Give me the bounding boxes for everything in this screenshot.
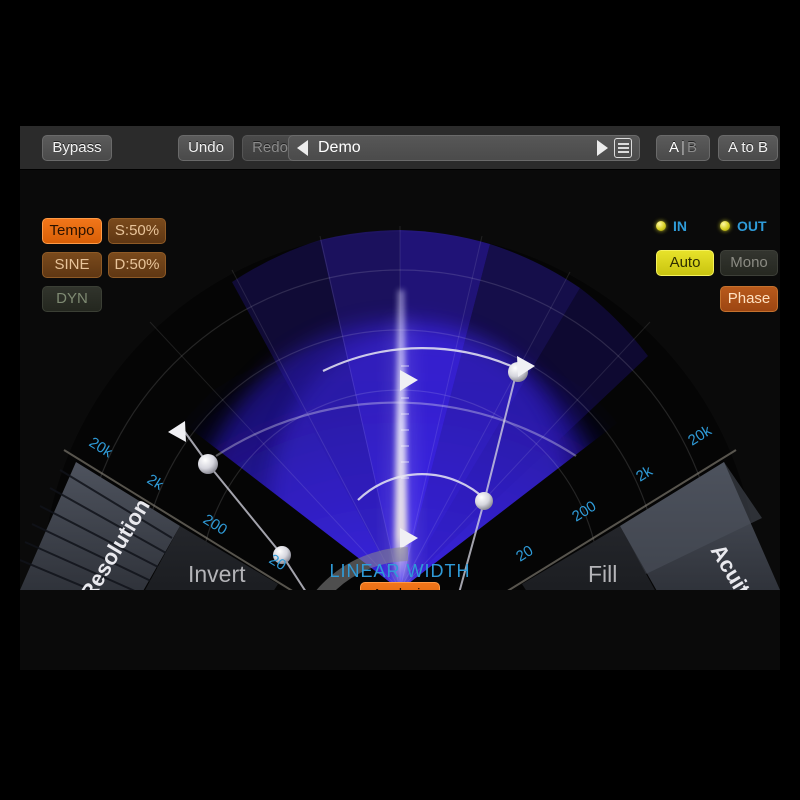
dyn-button[interactable]: DYN xyxy=(42,286,102,312)
copy-a-to-b-button[interactable]: A to B xyxy=(718,135,778,161)
led-indicator-icon xyxy=(720,221,730,231)
input-led-group: IN xyxy=(656,218,687,234)
triangle-right-icon[interactable] xyxy=(597,140,608,156)
output-led-group: OUT xyxy=(720,218,767,234)
width-mode-label: LINEAR WIDTH xyxy=(329,561,470,581)
mono-button[interactable]: Mono xyxy=(720,250,778,276)
plugin-window: Bypass Undo Redo Demo A|B A to B xyxy=(20,126,780,670)
ab-compare-button[interactable]: A|B xyxy=(656,135,710,161)
invert-button-label: Invert xyxy=(188,561,246,587)
undo-button[interactable]: Undo xyxy=(178,135,234,161)
depth-value-button[interactable]: D:50% xyxy=(108,252,166,278)
tempo-button[interactable]: Tempo xyxy=(42,218,102,244)
input-led-label: IN xyxy=(673,218,687,234)
plugin-toolbar: Bypass Undo Redo Demo A|B A to B xyxy=(20,126,780,170)
shape-value-button[interactable]: S:50% xyxy=(108,218,166,244)
auto-button[interactable]: Auto xyxy=(656,250,714,276)
triangle-left-icon[interactable] xyxy=(297,140,308,156)
ab-state-b-label: B xyxy=(687,139,697,156)
ab-separator: | xyxy=(679,139,687,156)
phase-button[interactable]: Phase xyxy=(720,286,778,312)
analysis-button[interactable]: Analysis xyxy=(360,582,440,590)
bypass-button[interactable]: Bypass xyxy=(42,135,112,161)
ab-state-a-label: A xyxy=(669,139,679,156)
fill-button-label: Fill xyxy=(588,561,617,587)
list-menu-icon[interactable] xyxy=(614,138,632,158)
preset-selector[interactable]: Demo xyxy=(288,135,640,161)
preset-name-field[interactable]: Demo xyxy=(318,139,597,157)
sine-button[interactable]: SINE xyxy=(42,252,102,278)
output-led-label: OUT xyxy=(737,218,767,234)
led-indicator-icon xyxy=(656,221,666,231)
plugin-main-area: 20k 2k 200 20 20k 2k 200 20 xyxy=(20,170,780,590)
